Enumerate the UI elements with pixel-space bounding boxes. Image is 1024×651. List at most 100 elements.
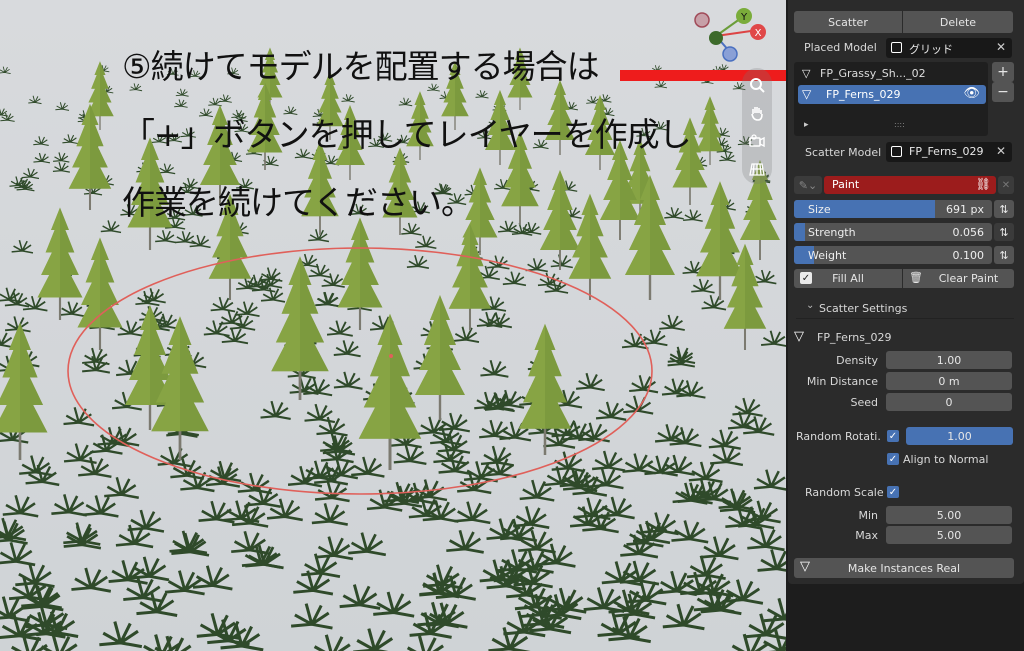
fern bbox=[660, 453, 697, 476]
scatter-model-field[interactable]: FP_Ferns_029 ✕ bbox=[886, 142, 1012, 162]
fern bbox=[307, 228, 330, 243]
grid-icon[interactable] bbox=[744, 156, 770, 182]
make-instances-real-button[interactable]: ▽ Make Instances Real bbox=[794, 558, 1014, 578]
fern bbox=[128, 555, 171, 582]
seed-label: Seed bbox=[850, 396, 879, 409]
fern bbox=[265, 497, 305, 522]
min-scale-field[interactable]: 5.00 bbox=[886, 506, 1012, 524]
annotation-line-3: 作業を続けてください。 bbox=[122, 183, 474, 222]
fern bbox=[156, 445, 192, 468]
eye-icon[interactable]: 👁 bbox=[963, 86, 980, 101]
close-icon[interactable]: ✕ bbox=[996, 40, 1006, 54]
fern bbox=[655, 569, 699, 597]
layer-icon: ▽ bbox=[802, 67, 811, 80]
random-rotation-field[interactable]: 1.00 bbox=[906, 427, 1013, 445]
fern bbox=[52, 161, 71, 173]
clear-paint-label: Clear Paint bbox=[938, 272, 999, 285]
chevron-down-icon[interactable]: ⌄ bbox=[806, 300, 814, 311]
fill-all-button[interactable]: ✓ Fill All bbox=[794, 269, 902, 288]
density-label: Density bbox=[836, 354, 878, 367]
scatter-settings-header[interactable]: Scatter Settings bbox=[819, 302, 907, 315]
annotation-line-2: 「+」ボタンを押してレイヤーを作成し bbox=[122, 115, 692, 154]
add-layer-button[interactable]: + bbox=[992, 62, 1014, 82]
layer-row-2[interactable]: ▽ FP_Ferns_029 👁 bbox=[798, 85, 986, 104]
close-icon[interactable]: ✕ bbox=[998, 176, 1014, 194]
fern bbox=[402, 634, 449, 651]
layer-list[interactable]: ▽ FP_Grassy_Sh..._02 ▽ FP_Ferns_029 👁 ▸ … bbox=[794, 62, 988, 136]
layer-row-1[interactable]: ▽ FP_Grassy_Sh..._02 bbox=[798, 66, 986, 82]
min-distance-label: Min Distance bbox=[806, 375, 878, 388]
fern bbox=[81, 347, 111, 366]
fern bbox=[502, 270, 527, 287]
fern bbox=[102, 476, 141, 499]
fern bbox=[707, 428, 742, 450]
size-slider[interactable]: Size 691 px bbox=[794, 200, 992, 218]
random-rotation-checkbox[interactable]: ✓ bbox=[887, 430, 899, 442]
layer-name: FP_Ferns_029 bbox=[826, 88, 901, 101]
fern bbox=[406, 254, 430, 270]
delete-button[interactable]: Delete bbox=[903, 11, 1013, 33]
mesh-icon bbox=[891, 42, 902, 53]
brush-icon[interactable]: ✎⌄ bbox=[794, 176, 822, 194]
fern bbox=[315, 291, 342, 308]
min-distance-field[interactable]: 0 m bbox=[886, 372, 1012, 390]
fern bbox=[760, 329, 786, 348]
fern bbox=[597, 495, 636, 520]
geometry-nodes-icon: ▽ bbox=[794, 329, 804, 344]
fern bbox=[116, 319, 145, 337]
align-to-normal-checkbox[interactable]: ✓ bbox=[887, 453, 899, 465]
max-scale-field[interactable]: 5.00 bbox=[886, 526, 1012, 544]
scatter-button[interactable]: Scatter bbox=[794, 11, 902, 33]
hand-icon[interactable] bbox=[744, 100, 770, 126]
fern bbox=[0, 66, 12, 74]
fern bbox=[50, 493, 89, 517]
expand-icon[interactable]: ▸ bbox=[804, 120, 809, 130]
check-icon: ✓ bbox=[800, 272, 812, 284]
pine-tree bbox=[67, 102, 113, 212]
mesh-icon bbox=[891, 146, 902, 157]
paint-attribute-field[interactable]: Paint ⛓ bbox=[824, 176, 996, 194]
axis-gizmo[interactable]: Y X bbox=[692, 4, 772, 68]
paint-label: Paint bbox=[832, 178, 860, 191]
pressure-icon[interactable]: ⇅ bbox=[994, 200, 1014, 218]
fern bbox=[400, 222, 423, 236]
fern bbox=[32, 135, 50, 146]
fern bbox=[511, 505, 551, 529]
link-icon[interactable]: ⛓ bbox=[976, 177, 991, 191]
camera-icon[interactable] bbox=[744, 128, 770, 154]
fern bbox=[309, 633, 356, 651]
density-field[interactable]: 1.00 bbox=[886, 351, 1012, 369]
pine-tree bbox=[336, 216, 384, 332]
pressure-icon[interactable]: ⇅ bbox=[994, 223, 1014, 241]
fern bbox=[326, 319, 354, 337]
grip-icon[interactable]: :::: bbox=[894, 120, 905, 129]
3d-viewport[interactable]: Y X ⑤続けてモデルを配置する場合は 「+」ボタンを押してレイヤーを作成し 作… bbox=[0, 0, 786, 651]
fern bbox=[218, 94, 233, 103]
fern bbox=[731, 396, 764, 417]
pressure-icon[interactable]: ⇅ bbox=[994, 246, 1014, 264]
fern bbox=[535, 542, 577, 568]
fern bbox=[575, 372, 606, 392]
fern bbox=[302, 377, 334, 397]
placed-model-field[interactable]: グリッド ✕ bbox=[886, 38, 1012, 58]
fern bbox=[349, 455, 386, 478]
max-label: Max bbox=[855, 529, 878, 542]
fern bbox=[13, 561, 56, 588]
zoom-icon[interactable] bbox=[744, 72, 770, 98]
close-icon[interactable]: ✕ bbox=[996, 144, 1006, 158]
random-scale-checkbox[interactable]: ✓ bbox=[887, 486, 899, 498]
fern bbox=[621, 331, 650, 350]
strength-value: 0.056 bbox=[952, 225, 985, 239]
align-to-normal-label: Align to Normal bbox=[903, 453, 989, 466]
remove-layer-button[interactable]: − bbox=[992, 82, 1014, 102]
weight-slider[interactable]: Weight 0.100 bbox=[794, 246, 992, 264]
fern bbox=[497, 220, 520, 234]
seed-field[interactable]: 0 bbox=[886, 393, 1012, 411]
fern bbox=[163, 569, 207, 596]
pine-tree bbox=[76, 236, 124, 352]
fern bbox=[437, 411, 471, 433]
strength-slider[interactable]: Strength 0.056 bbox=[794, 223, 992, 241]
fern bbox=[332, 370, 364, 390]
fern bbox=[346, 531, 388, 557]
clear-paint-button[interactable]: 🗑 Clear Paint bbox=[903, 269, 1014, 288]
